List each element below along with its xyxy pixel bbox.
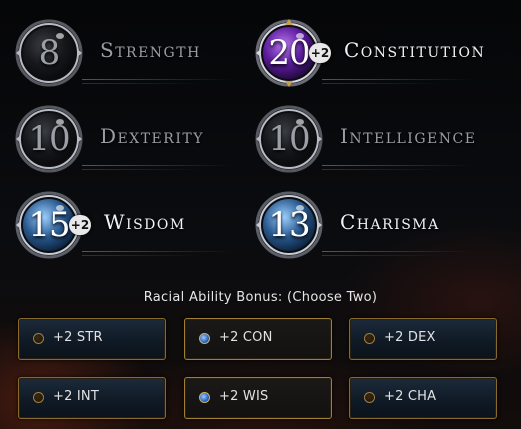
racial-option-label: +2 STR	[53, 330, 103, 345]
racial-option-int[interactable]: +2 INT	[18, 377, 166, 419]
divider-line	[82, 251, 232, 252]
divider-line	[322, 79, 472, 80]
divider-line	[322, 165, 472, 166]
divider-line	[322, 83, 442, 84]
racial-bonus-title: Racial Ability Bonus: (Choose Two)	[143, 290, 378, 305]
stat-name: Charisma	[340, 210, 440, 234]
stat-charisma[interactable]: 13 Charisma	[254, 190, 494, 260]
racial-option-dex[interactable]: +2 DEX	[349, 318, 497, 360]
stat-constitution[interactable]: 20 +2 Constitution	[254, 18, 494, 88]
radio-dot	[199, 392, 210, 403]
stat-strength[interactable]: 8 Strength	[14, 18, 254, 88]
divider-line	[82, 255, 202, 256]
racial-option-label: +2 INT	[53, 389, 99, 404]
divider-line	[322, 169, 442, 170]
radio-dot	[199, 333, 210, 344]
stat-value: 10	[268, 119, 310, 159]
divider-line	[82, 165, 232, 166]
divider-line	[82, 169, 202, 170]
stat-bonus-badge: +2	[309, 43, 331, 63]
stat-wisdom[interactable]: 15 +2 Wisdom	[14, 190, 254, 260]
racial-option-con[interactable]: +2 CON	[184, 318, 332, 360]
stat-dexterity[interactable]: 10 Dexterity	[14, 104, 254, 174]
racial-option-label: +2 WIS	[219, 389, 269, 404]
racial-option-label: +2 DEX	[384, 330, 436, 345]
radio-dot	[364, 392, 375, 403]
racial-option-str[interactable]: +2 STR	[18, 318, 166, 360]
racial-option-cha[interactable]: +2 CHA	[349, 377, 497, 419]
racial-option-label: +2 CON	[219, 330, 273, 345]
stat-name: Constitution	[344, 38, 486, 62]
stat-name: Intelligence	[340, 124, 477, 148]
stat-name: Strength	[100, 38, 201, 62]
stat-value: 13	[268, 205, 310, 245]
stat-value: 8	[38, 33, 61, 73]
stat-intelligence[interactable]: 10 Intelligence	[254, 104, 494, 174]
divider-line	[322, 251, 472, 252]
stat-value: 10	[28, 119, 70, 159]
stat-bonus-badge: +2	[69, 215, 91, 235]
stat-name: Wisdom	[104, 210, 186, 234]
radio-dot	[33, 392, 44, 403]
stat-name: Dexterity	[100, 124, 204, 148]
racial-option-wis[interactable]: +2 WIS	[184, 377, 332, 419]
radio-dot	[33, 333, 44, 344]
divider-line	[82, 83, 202, 84]
radio-dot	[364, 333, 375, 344]
divider-line	[322, 255, 442, 256]
racial-option-label: +2 CHA	[384, 389, 437, 404]
divider-line	[82, 79, 232, 80]
